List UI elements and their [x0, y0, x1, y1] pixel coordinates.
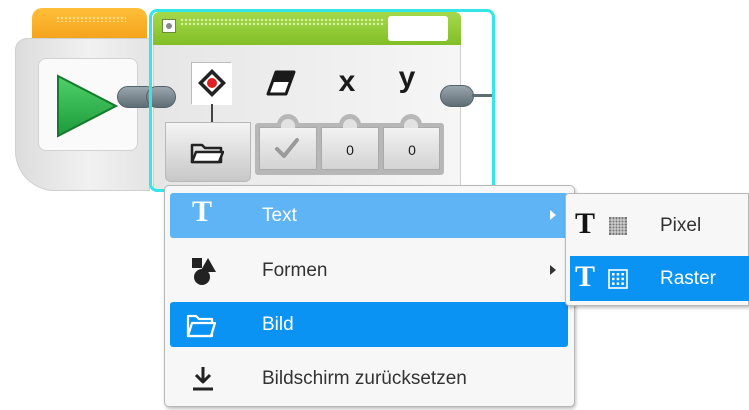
submenu-arrow-icon: [550, 210, 556, 220]
submenu-item-label: Raster: [660, 268, 716, 289]
display-block-selection-outline: [149, 9, 495, 192]
text-T-icon: T: [575, 260, 596, 293]
submenu-item-raster[interactable]: T Raster: [570, 256, 749, 301]
shapes-icon: [192, 258, 216, 285]
start-block-header-texture: [56, 16, 126, 22]
text-T-icon: T: [192, 195, 213, 228]
menu-item-label: Bildschirm zurücksetzen: [262, 368, 467, 389]
menu-item-bildschirm-zuruecksetzen[interactable]: Bildschirm zurücksetzen: [170, 356, 568, 401]
menu-item-label: Bild: [262, 314, 294, 335]
menu-item-text[interactable]: T Text: [170, 193, 568, 238]
raster-grid-icon: [608, 269, 628, 289]
submenu-item-pixel[interactable]: T Pixel: [570, 203, 749, 248]
submenu-item-label: Pixel: [660, 215, 702, 236]
play-icon[interactable]: [52, 70, 122, 142]
download-arrow-icon: [193, 367, 213, 391]
menu-item-label: Text: [262, 205, 297, 226]
menu-item-label: Formen: [262, 260, 328, 281]
pixel-grid-icon: [609, 217, 627, 235]
submenu-arrow-icon: [550, 265, 556, 275]
folder-icon: [186, 314, 216, 338]
menu-item-bild[interactable]: Bild: [170, 302, 568, 347]
text-T-icon: T: [575, 207, 596, 240]
menu-item-formen[interactable]: Formen: [170, 248, 568, 293]
